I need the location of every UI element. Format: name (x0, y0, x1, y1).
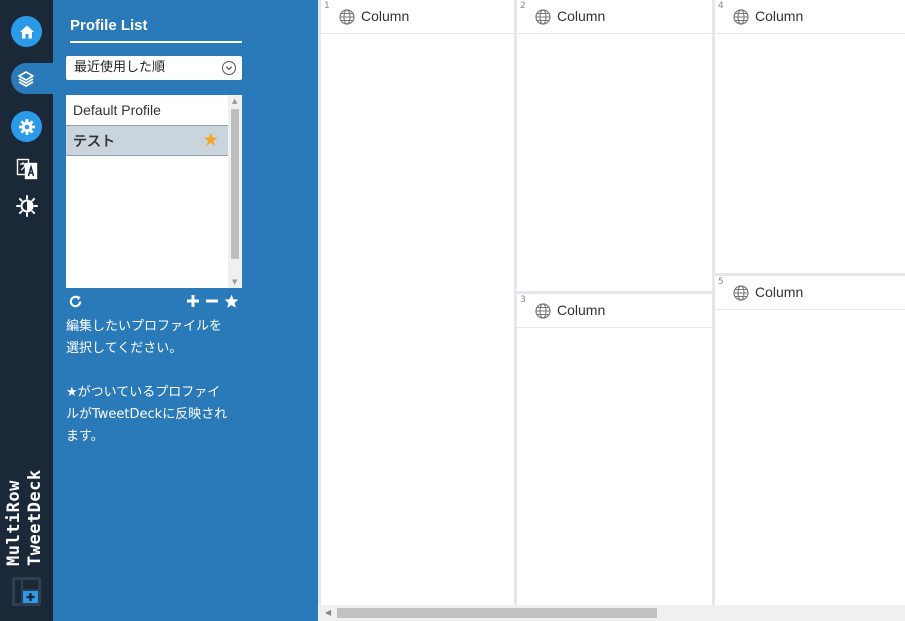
home-button[interactable] (11, 16, 42, 47)
panel-title: Profile List (70, 17, 242, 43)
globe-icon (535, 303, 551, 319)
app-title-line1: MultiRow (4, 480, 24, 566)
help-line: ★がついているプロファイ (66, 385, 221, 400)
sort-order-select[interactable]: 最近使用した順 (66, 56, 242, 80)
help-line: 選択してください。 (66, 341, 183, 356)
brightness-icon (15, 194, 38, 217)
theme-button[interactable] (14, 193, 39, 218)
help-line: ルがTweetDeckに反映され (66, 407, 228, 422)
sort-order-value: 最近使用した順 (74, 60, 166, 75)
language-button[interactable] (14, 156, 39, 181)
reload-button[interactable] (67, 292, 83, 310)
column-number: 3 (520, 295, 526, 305)
help-line: ます。 (66, 429, 104, 444)
profile-panel: Profile List 最近使用した順 Default Profile テスト… (53, 0, 318, 621)
column-header-5[interactable]: 5 Column (715, 276, 905, 310)
column-title: Column (557, 302, 606, 318)
remove-profile-button[interactable] (204, 292, 220, 310)
add-profile-button[interactable] (185, 292, 201, 310)
home-icon (19, 25, 34, 38)
profile-item-test[interactable]: テスト ★ (66, 125, 228, 156)
profile-list[interactable]: Default Profile テスト ★ ▲ ▼ (66, 95, 242, 288)
globe-icon (339, 9, 355, 25)
profile-item-label: Default Profile (73, 102, 161, 118)
minus-icon (206, 299, 218, 303)
columns-area: 1 Column 2 Column 3 Column 4 Column 5 Co… (318, 0, 905, 621)
profiles-button[interactable] (11, 63, 53, 94)
profile-tools (66, 292, 242, 310)
column-number: 5 (718, 277, 724, 287)
gear-icon (18, 118, 35, 135)
columns-horizontal-scrollbar[interactable]: ◀ (318, 605, 905, 621)
scroll-left-arrow-icon[interactable]: ◀ (325, 608, 331, 617)
active-star-icon: ★ (203, 132, 218, 149)
help-text: 編集したいプロファイルを 選択してください。 ★がついているプロファイ ルがTw… (66, 316, 246, 448)
column-number: 1 (324, 1, 330, 11)
column-title: Column (557, 8, 606, 24)
column-title: Column (755, 8, 804, 24)
app-title-line2: TweetDeck (25, 469, 45, 566)
column-header-4[interactable]: 4 Column (715, 0, 905, 34)
scrollbar-thumb[interactable] (337, 608, 657, 618)
profile-list-scrollbar[interactable]: ▲ ▼ (228, 95, 242, 288)
scroll-up-arrow-icon[interactable]: ▲ (232, 97, 237, 105)
scroll-down-arrow-icon[interactable]: ▼ (232, 278, 237, 286)
translate-icon (16, 158, 37, 179)
scrollbar-thumb[interactable] (231, 109, 239, 259)
chevron-down-icon (222, 61, 236, 75)
column-header-2[interactable]: 2 Column (517, 0, 712, 34)
globe-icon (535, 9, 551, 25)
column-header-1[interactable]: 1 Column (321, 0, 514, 34)
set-active-profile-button[interactable] (223, 292, 239, 310)
profile-item-default[interactable]: Default Profile (66, 95, 228, 126)
globe-icon (733, 9, 749, 25)
icon-rail: MultiRow TweetDeck (0, 0, 53, 621)
layers-icon (18, 70, 34, 87)
profile-item-label: テスト (73, 133, 115, 149)
column-title: Column (755, 284, 804, 300)
app-title: MultiRow TweetDeck (4, 454, 46, 568)
star-icon (224, 294, 238, 308)
column-number: 2 (520, 1, 526, 11)
column-header-3[interactable]: 3 Column (517, 294, 712, 328)
add-column-logo-icon[interactable] (11, 576, 42, 607)
help-line: 編集したいプロファイルを (66, 319, 223, 334)
reload-icon (69, 294, 81, 307)
column-number: 4 (718, 1, 724, 11)
column-title: Column (361, 8, 410, 24)
plus-icon (187, 295, 199, 307)
globe-icon (733, 285, 749, 301)
settings-button[interactable] (11, 111, 42, 142)
